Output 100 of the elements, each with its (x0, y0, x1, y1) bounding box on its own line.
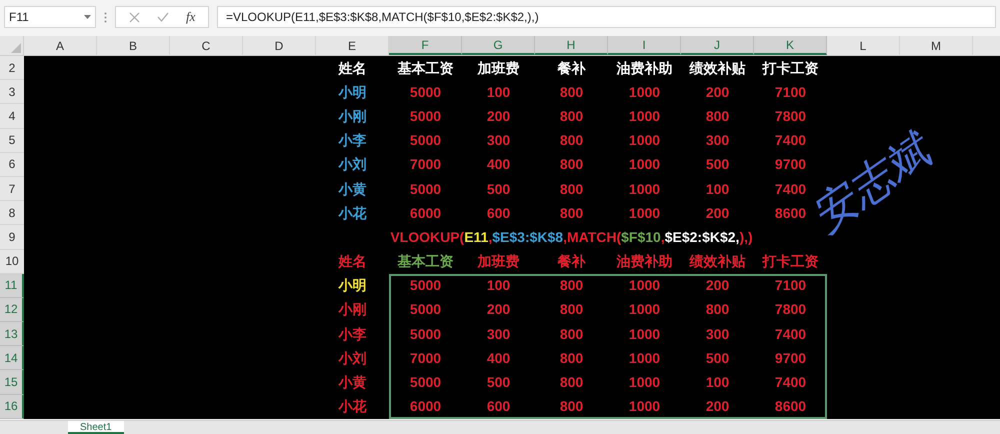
cell-text: 500 (486, 180, 510, 199)
column-title: 姓名 (338, 58, 366, 78)
cell-text: 7400 (774, 324, 806, 344)
cell-text: 800 (560, 131, 584, 150)
row-header[interactable]: 3 (0, 80, 24, 104)
cell-text: 200 (706, 82, 730, 102)
column-header[interactable]: C (170, 36, 243, 55)
cell-text: 小黄 (338, 180, 366, 199)
cell-text: 9700 (774, 348, 806, 368)
row-header[interactable]: 6 (0, 152, 24, 177)
column-header[interactable]: B (97, 36, 170, 55)
row-header[interactable]: 10 (0, 250, 24, 274)
cell-text: 6000 (410, 397, 442, 416)
cell-text: 小明 (338, 276, 366, 296)
cell-text: 1000 (628, 276, 660, 296)
column-header[interactable]: A (24, 36, 97, 55)
cell-text: 5000 (410, 276, 442, 296)
cell-text: 绩效补贴 (690, 252, 746, 272)
cell-text: 800 (560, 82, 584, 102)
column-header[interactable]: L (827, 36, 900, 55)
row-header[interactable]: 2 (0, 56, 24, 80)
enter-icon[interactable] (156, 12, 169, 22)
column-title: 打卡工资 (762, 58, 818, 78)
cell-text: 1000 (628, 204, 660, 223)
column-header[interactable]: K (754, 36, 827, 55)
column-header[interactable]: J (681, 36, 754, 55)
cell-text: 800 (560, 348, 584, 368)
cell-text: 800 (560, 397, 584, 416)
cell-text: 姓名 (338, 252, 366, 272)
cell-text: 1000 (628, 324, 660, 344)
cell-text: 5000 (410, 324, 442, 344)
row-header[interactable]: 12 (0, 298, 24, 322)
cell-text: 500 (706, 348, 730, 368)
cell-text: 800 (560, 276, 584, 296)
row-header[interactable]: 4 (0, 104, 24, 129)
insert-function-button[interactable]: fx (186, 7, 196, 27)
cell-text: 800 (560, 180, 584, 199)
cell-text: 800 (706, 106, 730, 126)
cell-text: 9700 (774, 155, 806, 174)
row-header[interactable]: 11 (0, 274, 24, 298)
cell-text: 1000 (628, 300, 660, 320)
cell-text: 小花 (338, 397, 366, 416)
cell-text: 7000 (410, 155, 442, 174)
cell-text: 200 (706, 276, 730, 296)
cell-text: 300 (486, 324, 510, 344)
cell-text: 1000 (628, 180, 660, 199)
formula-text: VLOOKUP(E11,$E$3:$K$8,MATCH($F$10,$E$2:$K$2,),) (390, 228, 753, 247)
sheet-tab[interactable]: Sheet1 (68, 421, 124, 434)
cell-text: 1000 (628, 373, 660, 392)
row-header[interactable]: 9 (0, 225, 24, 250)
cell-text: 小刚 (338, 300, 366, 320)
column-title: 油费补助 (616, 58, 672, 78)
cell-text: 小刘 (338, 155, 366, 174)
cell-text: 6000 (410, 204, 442, 223)
cell-text: 小刚 (338, 106, 366, 126)
column-header[interactable]: I (608, 36, 681, 55)
cell-text: 7400 (774, 180, 806, 199)
row-header[interactable]: 7 (0, 176, 24, 202)
cell-text: 1000 (628, 131, 660, 150)
cell-text: 7400 (774, 373, 806, 392)
row-header[interactable]: 15 (0, 370, 24, 395)
row-header[interactable]: 5 (0, 128, 24, 153)
column-title: 餐补 (558, 58, 586, 78)
cell-text: 800 (560, 155, 584, 174)
cell-text: 1000 (628, 82, 660, 102)
select-all-icon[interactable] (11, 43, 21, 53)
column-header[interactable]: G (462, 36, 535, 55)
cell-text: 5000 (410, 180, 442, 199)
column-header[interactable]: D (243, 36, 316, 55)
cell-text: 600 (486, 397, 510, 416)
column-header[interactable]: F (389, 36, 462, 55)
column-title: 加班费 (478, 58, 520, 78)
cell-text: 800 (560, 324, 584, 344)
column-header[interactable]: H (535, 36, 608, 55)
cell-text: 100 (706, 180, 730, 199)
cell-text: 200 (706, 204, 730, 223)
row-header[interactable]: 16 (0, 394, 24, 419)
row-header[interactable]: 13 (0, 322, 24, 346)
row-header[interactable]: 8 (0, 201, 24, 226)
cell-text: 300 (486, 131, 510, 150)
cell-text: 打卡工资 (762, 252, 818, 272)
cancel-icon[interactable] (128, 12, 140, 22)
cell-text: 800 (560, 204, 584, 223)
column-title: 绩效补贴 (690, 58, 746, 78)
caret-icon (84, 15, 91, 19)
cell-text: 800 (560, 373, 584, 392)
cell-text: 小李 (338, 131, 366, 150)
cell-text: 小明 (338, 82, 366, 102)
more-icon (104, 12, 107, 22)
cell-text: 5000 (410, 82, 442, 102)
column-header[interactable]: M (900, 36, 973, 55)
cell-text: 8600 (774, 397, 806, 416)
cell-text: 1000 (628, 397, 660, 416)
cell-text: 油费补助 (616, 252, 672, 272)
cell-text: 7400 (774, 131, 806, 150)
cell-text: 8600 (774, 204, 806, 223)
name-box[interactable]: F11 (4, 6, 96, 28)
cell-text: 7000 (410, 348, 442, 368)
formula-field[interactable]: =VLOOKUP(E11,$E$3:$K$8,MATCH($F$10,$E$2:$K$2,),) (217, 6, 996, 28)
row-header[interactable]: 14 (0, 346, 24, 370)
